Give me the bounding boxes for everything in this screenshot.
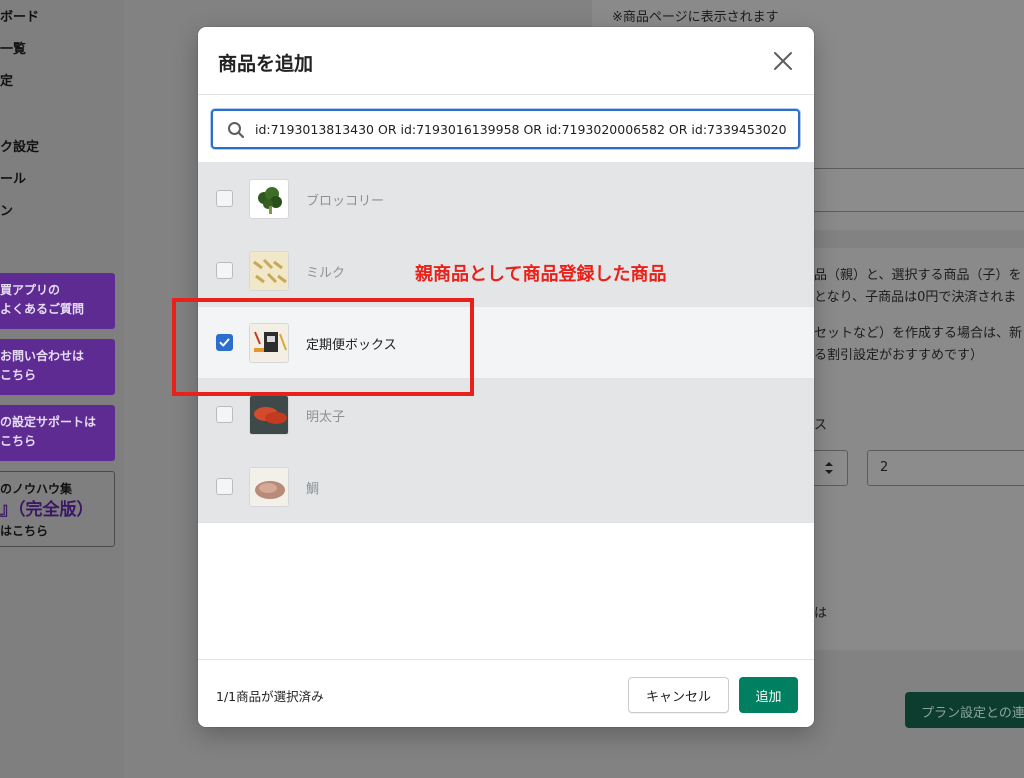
product-name: ブロッコリー <box>306 194 385 209</box>
product-name: ミルク <box>306 266 346 281</box>
product-checkbox[interactable] <box>216 262 233 279</box>
product-name: 鯛 <box>306 482 320 497</box>
bg-text-input[interactable] <box>812 168 1024 212</box>
sidebar-faq-banner[interactable]: 買アプリの よくあるご質問 <box>0 273 115 329</box>
sidebar-item-mail[interactable]: ール <box>0 168 26 187</box>
annotation-highlight-box <box>172 298 474 396</box>
bg-label-ha: は <box>814 606 828 621</box>
modal-title: 商品を追加 <box>218 53 314 75</box>
cancel-button[interactable]: キャンセル <box>628 677 729 713</box>
mentaiko-thumbnail <box>249 395 289 435</box>
sidebar-item-list[interactable]: 一覧 <box>0 38 26 57</box>
select-arrows-icon <box>825 462 833 474</box>
sidebar-support-banner[interactable]: の設定サポートは こちら <box>0 405 115 461</box>
support-banner-line-1: の設定サポートは <box>0 415 97 429</box>
sidebar-contact-banner[interactable]: お問い合わせは こちら <box>0 339 115 395</box>
sidebar-item-coupon[interactable]: ン <box>0 200 13 219</box>
add-button[interactable]: 追加 <box>739 677 798 713</box>
sidebar-knowhow-banner[interactable]: のノウハウ集 』（完全版） はこちら <box>0 471 115 547</box>
product-checkbox[interactable] <box>216 406 233 423</box>
bg-desc-line-3: セットなど）を作成する場合は、新 <box>814 326 1023 341</box>
bg-quantity-input[interactable]: 2 <box>867 450 1024 486</box>
support-banner-line-2: こちら <box>0 434 37 448</box>
bg-desc-line-2: となり、子商品は0円で決済されま <box>814 290 1017 305</box>
selected-count: 1/1商品が選択済み <box>216 689 324 704</box>
faq-banner-line-2: よくあるご質問 <box>0 302 85 316</box>
sidebar-item-link-settings[interactable]: ク設定 <box>0 136 39 155</box>
product-name: 明太子 <box>306 410 346 425</box>
product-checkbox[interactable] <box>216 478 233 495</box>
modal-header: 商品を追加 <box>198 27 814 95</box>
knowhow-banner-line-2: 』（完全版） <box>0 500 94 520</box>
close-icon <box>774 52 792 70</box>
bg-label-su: ス <box>814 418 828 433</box>
faq-banner-line-1: 買アプリの <box>0 283 61 297</box>
search-icon <box>228 122 245 139</box>
bg-desc-line-1: 品（親）と、選択する商品（子）を <box>814 268 1022 283</box>
knowhow-banner-line-3: はこちら <box>0 524 49 538</box>
knowhow-banner-line-1: のノウハウ集 <box>0 482 73 496</box>
milk-thumbnail <box>249 251 289 291</box>
product-row[interactable]: ブロッコリー <box>198 163 814 235</box>
close-button[interactable] <box>771 49 795 73</box>
product-checkbox[interactable] <box>216 190 233 207</box>
bg-quantity-value: 2 <box>880 460 889 475</box>
broccoli-thumbnail <box>249 179 289 219</box>
search-bar <box>198 95 814 163</box>
sidebar-item-dashboard[interactable]: ボード <box>0 6 39 25</box>
modal-footer: 1/1商品が選択済み キャンセル 追加 <box>198 659 814 727</box>
contact-banner-line-1: お問い合わせは <box>0 349 85 363</box>
contact-banner-line-2: こちら <box>0 368 37 382</box>
app-sidebar: ボード 一覧 定 ク設定 ール ン 買アプリの よくあるご質問 お問い合わせは … <box>0 0 124 778</box>
plan-settings-button[interactable]: プラン設定との連 <box>905 692 1024 728</box>
bg-top-note: ※商品ページに表示されます <box>612 10 779 25</box>
search-field[interactable] <box>211 109 800 149</box>
annotation-text: 親商品として商品登録した商品 <box>415 264 667 285</box>
product-row[interactable]: 鯛 <box>198 451 814 523</box>
search-input[interactable] <box>255 111 798 147</box>
sidebar-item-settings[interactable]: 定 <box>0 70 13 89</box>
sea-bream-thumbnail <box>249 467 289 507</box>
bg-desc-line-4: る割引設定がおすすめです） <box>814 348 984 363</box>
